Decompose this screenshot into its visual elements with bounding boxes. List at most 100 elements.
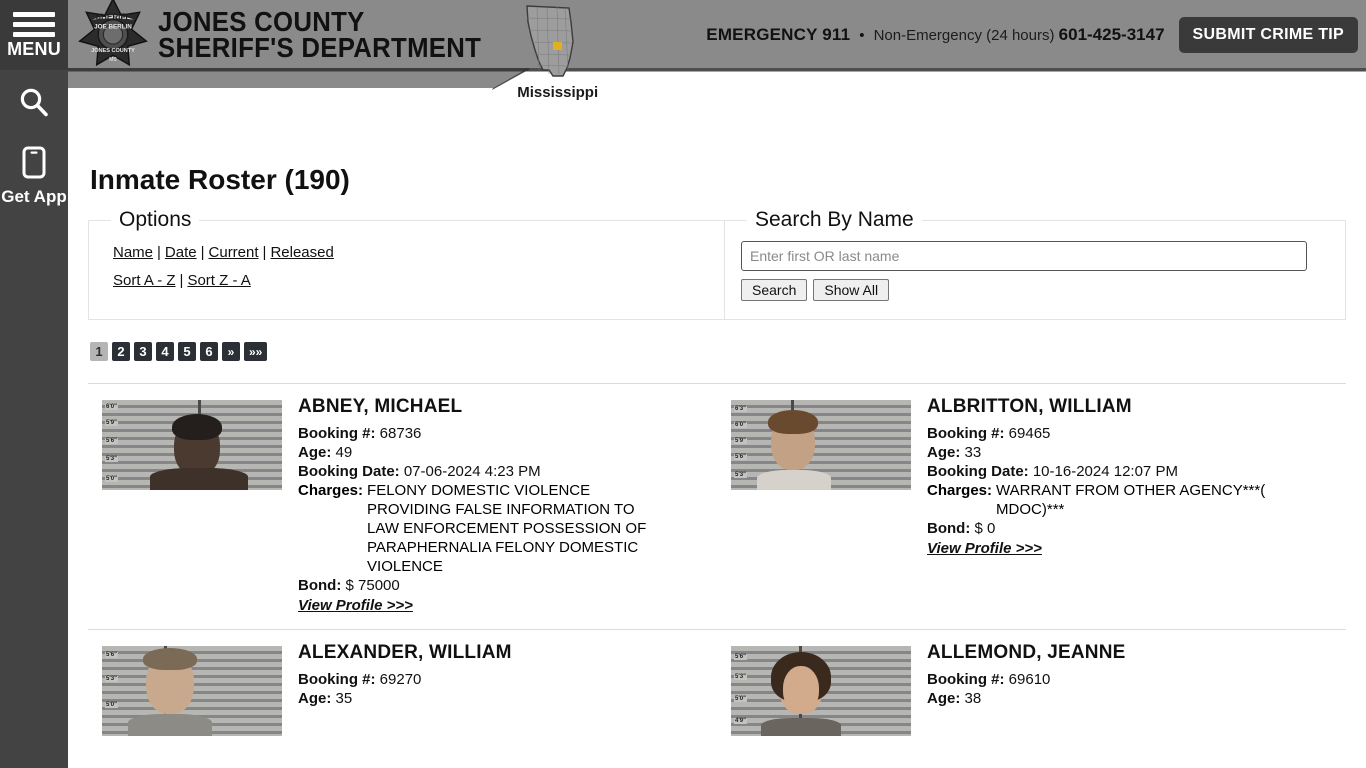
search-panel: Search By Name Search Show All (725, 208, 1345, 319)
inmate-age: 33 (964, 444, 982, 462)
hamburger-icon (13, 12, 55, 37)
option-link-released[interactable]: Released (270, 244, 333, 261)
page-button-3[interactable]: 3 (134, 342, 152, 361)
main-content: Inmate Roster (190) Options Name | Date | Cu… (68, 90, 1366, 768)
link-separator: | (200, 244, 205, 261)
inmate-booking-number: 68736 (379, 425, 422, 442)
mug-tick: 5'0" (105, 702, 118, 709)
options-links: Name | Date | Current | Released Sort A - Z | So… (113, 239, 724, 295)
inmate-booking-date: 10-16-2024 12:07 PM (1032, 463, 1178, 481)
inmate-age: 38 (964, 690, 982, 708)
label-booking: Booking #: (298, 425, 376, 442)
site-header: SHERIFF JOE BERLIN JONES COUNTY MS JONES… (68, 0, 1366, 101)
site-title: JONES COUNTY SHERIFF'S DEPARTMENT (158, 7, 509, 63)
option-link-name[interactable]: Name (113, 244, 153, 261)
menu-toggle-button[interactable]: MENU (0, 0, 68, 70)
options-links-row2: Sort A - Z | Sort Z - A (113, 267, 724, 295)
sheriff-star-badge-icon: SHERIFF JOE BERLIN JONES COUNTY MS (76, 0, 152, 75)
inmate-booking-date: 07-06-2024 4:23 PM (403, 463, 541, 481)
label-bond: Bond: (298, 577, 342, 595)
inmate-booking-number: 69465 (1008, 425, 1051, 442)
page-button-6[interactable]: 6 (200, 342, 218, 361)
mug-tick: 5'9" (105, 420, 118, 426)
label-age: Age: (927, 690, 961, 708)
option-link-sort-az[interactable]: Sort A - Z (113, 272, 176, 289)
show-all-button[interactable]: Show All (813, 279, 890, 301)
sidebar-item-label: Get App (1, 187, 67, 206)
label-booking-date: Booking Date: (298, 463, 400, 481)
page-button-5[interactable]: 5 (178, 342, 196, 361)
inmate-booking-number: 69270 (379, 671, 422, 689)
menu-label: MENU (7, 39, 61, 59)
label-age: Age: (927, 444, 961, 462)
view-profile-link[interactable]: View Profile >>> (298, 597, 413, 614)
label-booking: Booking #: (298, 671, 376, 689)
inmate-charges: WARRANT FROM OTHER AGENCY***( MDOC)*** (996, 482, 1266, 519)
option-link-sort-za[interactable]: Sort Z - A (187, 272, 250, 289)
label-bond: Bond: (927, 520, 971, 538)
list-item: 5'6" 5'3" 5'0" 4'9" ALLEMOND, JEANNE Boo… (717, 640, 1346, 737)
mug-tick: 5'3" (105, 456, 118, 462)
svg-text:SHERIFF: SHERIFF (96, 12, 131, 21)
mug-tick: 4'9" (734, 718, 747, 725)
left-sidebar: MENU Get App (0, 0, 68, 768)
svg-text:MS: MS (109, 57, 117, 63)
inmate-mugshot: 6'0" 5'9" 5'6" 5'3" 5'0" (102, 400, 282, 490)
link-separator: | (157, 244, 161, 261)
mug-tick: 5'6" (105, 438, 118, 444)
emergency-number: EMERGENCY 911 (706, 25, 851, 44)
mug-tick: 5'0" (734, 696, 747, 703)
mug-tick: 5'6" (105, 652, 118, 659)
list-item: 5'6" 5'3" 5'0" ALEXANDER, WILLIAM Bookin… (88, 640, 717, 737)
pagination: 1 2 3 4 5 6 » »» (90, 342, 1366, 361)
option-link-current[interactable]: Current (209, 244, 259, 261)
mug-tick: 5'3" (734, 472, 747, 478)
option-link-date[interactable]: Date (165, 244, 197, 261)
inmate-name: ALBRITTON, WILLIAM (927, 396, 1132, 417)
link-separator: | (262, 244, 267, 261)
mug-tick: 6'3" (734, 406, 747, 412)
label-age: Age: (298, 690, 332, 708)
mug-tick: 5'3" (734, 674, 747, 681)
options-legend: Options (111, 208, 200, 232)
non-emergency-phone: 601-425-3147 (1058, 25, 1165, 44)
page-title: Inmate Roster (190) (90, 164, 350, 195)
mobile-phone-icon (18, 145, 50, 184)
mug-tick: 6'0" (734, 422, 747, 428)
search-legend: Search By Name (747, 208, 922, 232)
mug-tick: 5'0" (105, 476, 118, 482)
search-input[interactable] (741, 241, 1307, 271)
inmate-bond: $ 75000 (345, 577, 400, 595)
page-button-4[interactable]: 4 (156, 342, 174, 361)
submit-crime-tip-button[interactable]: SUBMIT CRIME TIP (1178, 17, 1358, 53)
label-charges: Charges: (927, 482, 993, 500)
page-button-2[interactable]: 2 (112, 342, 130, 361)
list-item: 6'3" 6'0" 5'9" 5'6" 5'3" ALBRITTON, WILL… (717, 394, 1346, 615)
table-row: 6'0" 5'9" 5'6" 5'3" 5'0" ABNEY, MICHAEL … (88, 383, 1346, 629)
mississippi-map-icon (513, 5, 585, 84)
inmate-charges: FELONY DOMESTIC VIOLENCE PROVIDING FALSE… (367, 482, 647, 576)
site-title-line2: SHERIFF'S DEPARTMENT (158, 32, 482, 63)
list-item: 6'0" 5'9" 5'6" 5'3" 5'0" ABNEY, MICHAEL … (88, 394, 717, 615)
sidebar-item-get-app[interactable]: Get App (0, 131, 68, 213)
inmate-name: ABNEY, MICHAEL (298, 396, 463, 417)
svg-text:JOE BERLIN: JOE BERLIN (94, 23, 132, 30)
view-profile-link[interactable]: View Profile >>> (927, 540, 1042, 557)
page-next-button[interactable]: » (222, 342, 240, 361)
options-links-row1: Name | Date | Current | Released (113, 239, 724, 267)
inmate-mugshot: 5'6" 5'3" 5'0" 4'9" (731, 646, 911, 737)
inmate-bond: $ 0 (974, 520, 996, 538)
sidebar-item-search[interactable] (0, 70, 68, 131)
page-button-1[interactable]: 1 (90, 342, 108, 361)
label-charges: Charges: (298, 482, 364, 500)
link-separator: | (179, 271, 184, 289)
inmate-name: ALEXANDER, WILLIAM (298, 642, 512, 664)
search-button[interactable]: Search (741, 279, 808, 301)
state-label: Mississippi (517, 84, 599, 101)
svg-text:JONES COUNTY: JONES COUNTY (91, 48, 135, 54)
label-age: Age: (298, 444, 332, 462)
page-last-button[interactable]: »» (244, 342, 268, 361)
inmate-mugshot: 6'3" 6'0" 5'9" 5'6" 5'3" (731, 400, 911, 490)
mug-tick: 6'0" (105, 404, 118, 410)
inmate-age: 49 (335, 444, 353, 462)
